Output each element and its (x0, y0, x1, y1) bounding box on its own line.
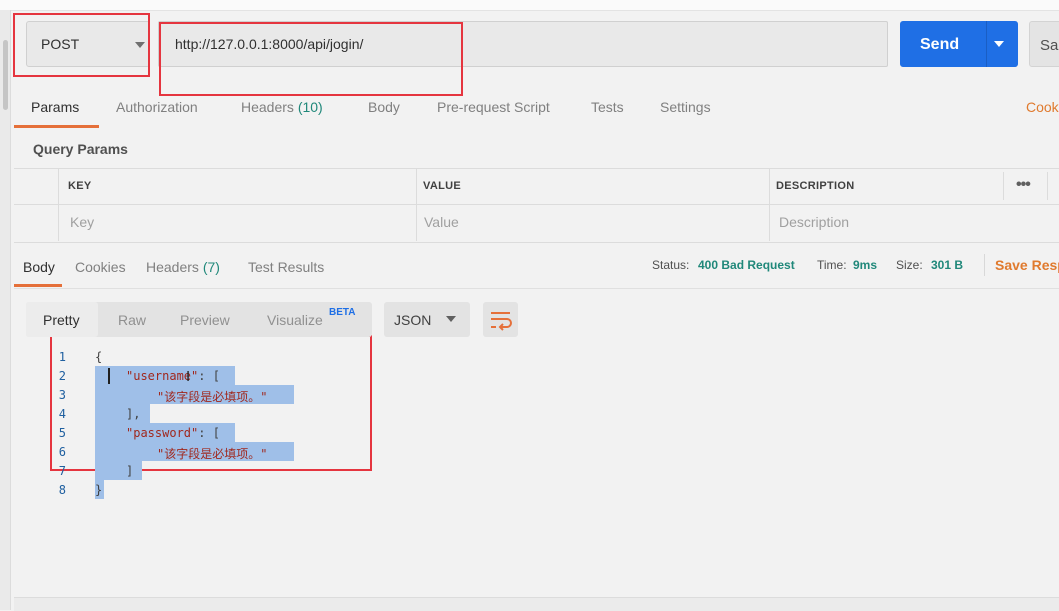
send-label: Send (920, 36, 960, 53)
line-number: 6 (58, 445, 66, 459)
format-value: JSON (394, 312, 432, 328)
size-label: Size: (896, 258, 923, 272)
annotation-box-url (159, 22, 463, 96)
left-scrollbar-thumb[interactable] (3, 40, 8, 110)
bottom-status-bar (14, 597, 1059, 611)
format-select[interactable]: JSON (384, 302, 470, 337)
selection-highlight (95, 404, 150, 423)
json-key: "password" (126, 426, 199, 440)
column-header-description: DESCRIPTION (776, 180, 855, 192)
window-top-strip (0, 0, 1059, 11)
tab-settings[interactable]: Settings (660, 99, 711, 115)
chevron-down-icon (446, 316, 456, 322)
text-cursor (108, 368, 110, 384)
time-label: Time: (817, 258, 847, 272)
response-tab-headers-label: Headers (146, 259, 199, 275)
query-params-title: Query Params (33, 141, 128, 157)
column-header-key: KEY (68, 180, 92, 192)
table-col-divider (1003, 172, 1004, 200)
code-line: { (95, 350, 103, 364)
wrap-lines-icon (491, 312, 512, 331)
tab-tests[interactable]: Tests (591, 99, 624, 115)
tab-params[interactable]: Params (31, 99, 79, 115)
cookies-link[interactable]: Cook (1026, 99, 1059, 115)
code-line: "该字段是必填项。" (157, 390, 268, 404)
response-tab-headers-count: (7) (202, 259, 220, 275)
active-tab-indicator (14, 125, 99, 128)
status-value[interactable]: 400 Bad Request (698, 258, 795, 272)
description-input[interactable]: Description (779, 214, 849, 230)
column-header-value: VALUE (423, 180, 461, 192)
line-number: 1 (58, 350, 66, 364)
line-number: 5 (58, 426, 66, 440)
code-line: ] (126, 464, 134, 478)
selection-highlight (95, 461, 142, 480)
table-col-divider (1047, 172, 1048, 200)
send-options-chevron-icon[interactable] (994, 41, 1004, 47)
annotation-box-method (13, 13, 150, 77)
table-col-divider (769, 168, 770, 241)
time-value[interactable]: 9ms (853, 258, 877, 272)
tab-authorization[interactable]: Authorization (116, 99, 198, 115)
send-divider (986, 21, 987, 67)
tab-body[interactable]: Body (368, 99, 400, 115)
tab-prerequest-script[interactable]: Pre-request Script (437, 99, 550, 115)
ibeam-cursor-icon: Ⅰ (186, 369, 191, 385)
response-tab-cookies[interactable]: Cookies (75, 259, 126, 275)
save-label: Sa (1040, 37, 1059, 54)
code-line: } (95, 483, 103, 497)
line-number: 2 (58, 369, 66, 383)
response-tab-body[interactable]: Body (23, 259, 55, 275)
meta-divider (984, 254, 985, 276)
code-line: "username": [ (126, 369, 220, 383)
line-number: 7 (58, 464, 66, 478)
save-button[interactable]: Sa (1029, 21, 1059, 67)
response-tab-test-results[interactable]: Test Results (248, 259, 324, 275)
save-response-button[interactable]: Save Resp (995, 257, 1059, 273)
response-header-divider (14, 288, 1059, 289)
table-col-divider (58, 168, 59, 241)
tab-headers-count: (10) (297, 99, 323, 115)
key-input[interactable]: Key (70, 214, 94, 230)
tab-headers-label: Headers (241, 99, 294, 115)
response-active-tab-indicator (14, 284, 62, 287)
view-raw[interactable]: Raw (118, 312, 146, 328)
params-table (14, 168, 1059, 243)
view-preview[interactable]: Preview (180, 312, 230, 328)
code-line: ], (126, 407, 141, 421)
table-col-divider (416, 168, 417, 241)
value-input[interactable]: Value (424, 214, 459, 230)
beta-badge: BETA (329, 307, 356, 318)
json-punct: : [ (198, 426, 220, 440)
line-number: 4 (58, 407, 66, 421)
more-options-icon[interactable]: ••• (1016, 176, 1031, 194)
size-value[interactable]: 301 B (931, 258, 963, 272)
view-pretty[interactable]: Pretty (43, 312, 80, 328)
json-punct: : [ (198, 369, 220, 383)
tab-headers[interactable]: Headers (10) (241, 99, 323, 115)
wrap-lines-button[interactable] (483, 302, 518, 337)
table-row-divider (14, 204, 1059, 205)
send-button[interactable]: Send (900, 21, 1018, 67)
response-tab-headers[interactable]: Headers (7) (146, 259, 220, 275)
code-line: "该字段是必填项。" (157, 447, 268, 461)
view-visualize[interactable]: Visualize (267, 312, 323, 328)
line-number: 8 (58, 483, 66, 497)
status-label: Status: (652, 258, 690, 272)
line-number: 3 (58, 388, 66, 402)
code-line: "password": [ (126, 426, 220, 440)
